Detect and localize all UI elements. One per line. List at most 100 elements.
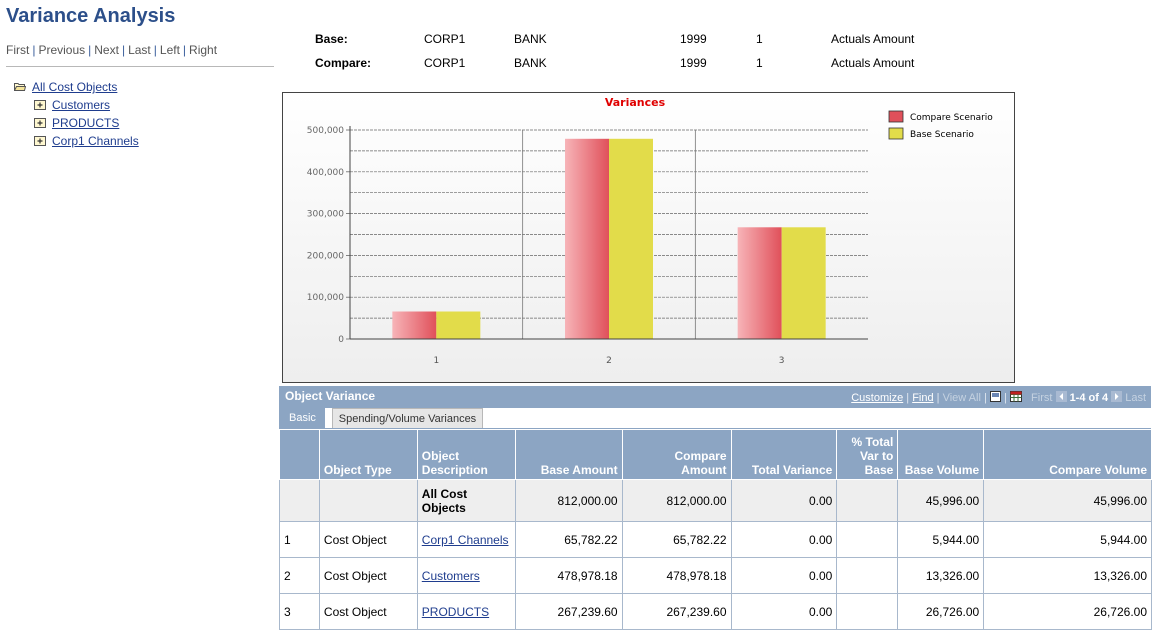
- tree-link-all-cost-objects[interactable]: All Cost Objects: [32, 80, 117, 94]
- x-tick-label: 1: [433, 356, 439, 366]
- cell-compare-amount: 267,239.60: [621, 593, 732, 630]
- expand-folder-icon[interactable]: [34, 100, 46, 110]
- cell-row-number: 2: [279, 557, 320, 594]
- col-header-row-number: [279, 429, 320, 480]
- cell-base-volume: 13,326.00: [897, 557, 985, 594]
- grid-title: Object Variance: [285, 389, 376, 403]
- base-business-unit: CORP1: [424, 32, 466, 46]
- tree-item-products: PRODUCTS: [14, 114, 139, 132]
- col-header-base-volume: Base Volume: [897, 429, 985, 480]
- customize-link[interactable]: Customize: [851, 392, 903, 404]
- object-description-link[interactable]: PRODUCTS: [422, 605, 489, 619]
- y-tick-label: 500,000: [307, 126, 344, 136]
- compare-business-unit: CORP1: [424, 56, 466, 70]
- bar-base: [781, 227, 826, 339]
- nav-next[interactable]: Next: [94, 43, 119, 57]
- chart-title: Variances: [605, 96, 666, 109]
- download-icon[interactable]: [1009, 391, 1022, 402]
- tab-basic[interactable]: Basic: [279, 408, 325, 428]
- find-link[interactable]: Find: [912, 392, 933, 404]
- cell-object-description: Corp1 Channels: [416, 521, 516, 558]
- tree-link-products[interactable]: PRODUCTS: [52, 116, 119, 130]
- legend-swatch: [888, 127, 904, 140]
- compare-ledger: BANK: [514, 56, 547, 70]
- object-variance-table: Object Type Object Description Base Amou…: [279, 429, 1152, 630]
- cell-object-type: Cost Object: [318, 557, 418, 594]
- col-header-object-description: Object Description: [416, 429, 516, 480]
- y-tick-label: 400,000: [307, 168, 344, 178]
- tree-root: All Cost Objects: [14, 78, 139, 96]
- cell-pct-total-var: [836, 479, 899, 522]
- cell-base-amount: 812,000.00: [514, 479, 623, 522]
- col-header-object-type: Object Type: [318, 429, 418, 480]
- tab-spending-volume-variances[interactable]: Spending/Volume Variances: [332, 408, 483, 428]
- col-header-compare-volume: Compare Volume: [983, 429, 1152, 480]
- y-tick-label: 100,000: [307, 293, 344, 303]
- previous-arrow-icon[interactable]: [1055, 391, 1067, 402]
- cell-object-description: All Cost Objects: [416, 479, 516, 522]
- cell-base-volume: 5,944.00: [897, 521, 985, 558]
- cell-total-variance: 0.00: [730, 593, 838, 630]
- bar-base: [609, 138, 653, 339]
- grid-toolbar: Customize | Find | View All | | First 1-…: [851, 391, 1146, 404]
- cell-base-volume: 45,996.00: [897, 479, 985, 522]
- nav-right[interactable]: Right: [189, 43, 217, 57]
- tree-link-customers[interactable]: Customers: [52, 98, 110, 112]
- cell-base-amount: 65,782.22: [514, 521, 623, 558]
- x-tick-label: 2: [606, 356, 612, 366]
- first-link[interactable]: First: [1031, 392, 1052, 404]
- expand-folder-icon[interactable]: [34, 136, 46, 146]
- col-header-pct-total-var: % Total Var to Base: [836, 429, 899, 480]
- legend-label: Base Scenario: [910, 130, 974, 140]
- cell-total-variance: 0.00: [730, 479, 838, 522]
- table-row: 1 Cost Object Corp1 Channels 65,782.22 6…: [279, 521, 1152, 558]
- object-variance-header: Object Variance Customize | Find | View …: [279, 386, 1151, 408]
- object-description-link[interactable]: Customers: [422, 569, 480, 583]
- compare-label: Compare:: [315, 56, 372, 70]
- cell-compare-volume: 45,996.00: [983, 479, 1152, 522]
- col-header-base-amount: Base Amount: [514, 429, 623, 480]
- object-description-link[interactable]: Corp1 Channels: [422, 533, 509, 547]
- cell-object-description: PRODUCTS: [416, 593, 516, 630]
- x-tick-label: 3: [779, 356, 785, 366]
- col-header-total-variance: Total Variance: [730, 429, 838, 480]
- cell-compare-volume: 26,726.00: [983, 593, 1152, 630]
- compare-period: 1: [756, 56, 763, 70]
- compare-year: 1999: [680, 56, 707, 70]
- compare-amount-type: Actuals Amount: [831, 56, 915, 70]
- cell-base-amount: 267,239.60: [514, 593, 623, 630]
- cell-row-number: 1: [279, 521, 320, 558]
- view-all-link[interactable]: View All: [943, 392, 981, 404]
- cell-compare-volume: 5,944.00: [983, 521, 1152, 558]
- nav-previous[interactable]: Previous: [38, 43, 85, 57]
- cell-pct-total-var: [836, 521, 899, 558]
- base-ledger: BANK: [514, 32, 547, 46]
- cell-compare-amount: 812,000.00: [621, 479, 732, 522]
- cell-total-variance: 0.00: [730, 521, 838, 558]
- table-row: 3 Cost Object PRODUCTS 267,239.60 267,23…: [279, 593, 1152, 630]
- expand-folder-icon[interactable]: [34, 118, 46, 128]
- nav-first[interactable]: First: [6, 43, 29, 57]
- cell-pct-total-var: [836, 557, 899, 594]
- nav-left[interactable]: Left: [160, 43, 180, 57]
- cell-total-variance: 0.00: [730, 557, 838, 594]
- cell-object-type: [318, 479, 418, 522]
- scenario-header: Base: CORP1 BANK 1999 1 Actuals Amount C…: [315, 32, 1015, 80]
- nav-last[interactable]: Last: [128, 43, 151, 57]
- next-arrow-icon[interactable]: [1111, 391, 1123, 402]
- navigation-bar: First | Previous | Next | Last | Left | Right: [6, 43, 218, 57]
- grid-tabs: Basic Spending/Volume Variances: [279, 408, 1151, 429]
- cell-compare-volume: 13,326.00: [983, 557, 1152, 594]
- cell-object-type: Cost Object: [318, 521, 418, 558]
- y-tick-label: 300,000: [307, 210, 344, 220]
- base-label: Base:: [315, 32, 348, 46]
- zoom-icon[interactable]: [989, 391, 1001, 402]
- last-link[interactable]: Last: [1125, 392, 1146, 404]
- table-row: 2 Cost Object Customers 478,978.18 478,9…: [279, 557, 1152, 594]
- page-title: Variance Analysis: [6, 5, 176, 27]
- legend-swatch: [888, 110, 904, 123]
- cell-base-amount: 478,978.18: [514, 557, 623, 594]
- y-tick-label: 0: [338, 335, 344, 345]
- tree-link-corp1-channels[interactable]: Corp1 Channels: [52, 134, 139, 148]
- tree-item-customers: Customers: [14, 96, 139, 114]
